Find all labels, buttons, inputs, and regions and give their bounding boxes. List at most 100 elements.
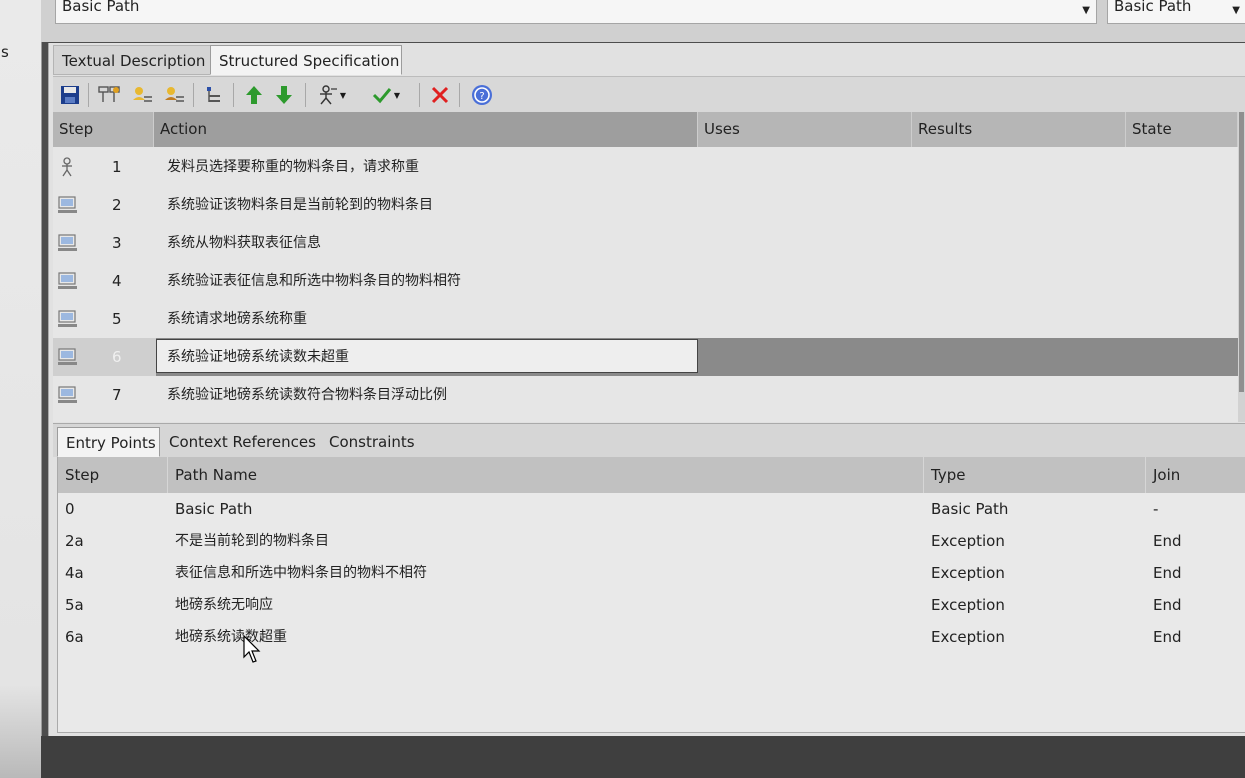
chevron-down-icon[interactable]: ▼: [1232, 3, 1240, 18]
entry-join: End: [1153, 532, 1182, 550]
entry-type: Basic Path: [931, 500, 1009, 518]
spec-toolbar: ▼ ▼ ?: [53, 76, 1245, 112]
table-row-selected[interactable]: 6 系统验证地磅系统读数未超重: [53, 338, 1238, 376]
mouse-cursor-icon: [243, 634, 263, 669]
move-down-icon[interactable]: [273, 84, 295, 106]
path-select-secondary-value: Basic Path: [1114, 0, 1192, 15]
chevron-down-icon[interactable]: ▼: [337, 84, 349, 106]
entry-path-name: 地磅系统无响应: [175, 597, 273, 613]
system-icon: [57, 385, 79, 405]
table-row[interactable]: 2 系统验证该物料条目是当前轮到的物料条目: [53, 186, 1238, 224]
step-number: 5: [112, 310, 122, 328]
step-action[interactable]: 系统从物料获取表征信息: [167, 224, 321, 262]
add-system-step-icon[interactable]: [163, 84, 185, 106]
table-row[interactable]: 3 系统从物料获取表征信息: [53, 224, 1238, 262]
table-row[interactable]: 7 系统验证地磅系统读数符合物料条目浮动比例: [53, 376, 1238, 414]
column-header-state[interactable]: State: [1126, 112, 1238, 147]
save-icon[interactable]: [59, 84, 81, 106]
table-row[interactable]: 5a 地磅系统无响应 Exception End: [58, 589, 1245, 621]
steps-scrollbar[interactable]: [1238, 112, 1245, 422]
hierarchy-icon[interactable]: [203, 84, 225, 106]
entry-step: 2a: [65, 532, 84, 550]
table-row[interactable]: 6a 地磅系统读数超重 Exception End: [58, 621, 1245, 653]
step-number: 4: [112, 272, 122, 290]
step-action[interactable]: 系统验证地磅系统读数符合物料条目浮动比例: [167, 376, 447, 414]
entry-type: Exception: [931, 564, 1005, 582]
entry-step: 0: [65, 500, 75, 518]
chevron-down-icon[interactable]: ▼: [391, 84, 403, 106]
entry-path-name: 不是当前轮到的物料条目: [175, 533, 329, 549]
detail-tabs: Entry Points Context References Constrai…: [53, 423, 1245, 457]
entry-step: 5a: [65, 596, 84, 614]
step-action[interactable]: 系统验证地磅系统读数未超重: [167, 338, 349, 376]
step-action[interactable]: 系统验证表征信息和所选中物料条目的物料相符: [167, 262, 461, 300]
steps-table: Step Action Uses Results State 1 发料员选择要称…: [53, 112, 1238, 422]
table-row[interactable]: 0 Basic Path Basic Path -: [58, 493, 1245, 525]
entry-join: End: [1153, 628, 1182, 646]
chevron-down-icon[interactable]: ▼: [1082, 3, 1090, 18]
toolbar-separator: [459, 83, 460, 107]
step-number: 6: [112, 348, 122, 366]
actor-icon: [57, 157, 79, 177]
column-header-join[interactable]: Join: [1146, 457, 1245, 493]
entry-path-name: 表征信息和所选中物料条目的物料不相符: [175, 565, 427, 581]
tab-structured-specification[interactable]: Structured Specification: [210, 45, 402, 75]
column-header-step[interactable]: Step: [53, 112, 154, 147]
tab-entry-points[interactable]: Entry Points: [57, 427, 160, 457]
toolbar-separator: [419, 83, 420, 107]
svg-text:?: ?: [479, 91, 484, 102]
path-select-secondary[interactable]: Basic Path ▼: [1107, 0, 1245, 24]
column-header-uses[interactable]: Uses: [698, 112, 912, 147]
system-icon: [57, 271, 79, 291]
entry-type: Exception: [931, 628, 1005, 646]
table-row[interactable]: 1 发料员选择要称重的物料条目，请求称重: [53, 148, 1238, 186]
top-path-bar: Basic Path ▼ Basic Path ▼: [41, 0, 1245, 42]
status-area: [41, 736, 1245, 778]
left-panel-text: s: [1, 43, 9, 61]
delete-icon[interactable]: [429, 84, 451, 106]
new-step-icon[interactable]: [98, 84, 120, 106]
scrollbar-thumb[interactable]: [1239, 112, 1244, 392]
toolbar-separator: [88, 83, 89, 107]
step-action[interactable]: 发料员选择要称重的物料条目，请求称重: [167, 148, 419, 186]
system-icon: [57, 347, 79, 367]
toolbar-separator: [193, 83, 194, 107]
toolbar-separator: [305, 83, 306, 107]
move-up-icon[interactable]: [243, 84, 265, 106]
system-icon: [57, 195, 79, 215]
path-select[interactable]: Basic Path ▼: [55, 0, 1097, 24]
column-header-type[interactable]: Type: [924, 457, 1146, 493]
step-number: 3: [112, 234, 122, 252]
entry-path-name: Basic Path: [175, 500, 253, 518]
entry-join: End: [1153, 564, 1182, 582]
tab-constraints[interactable]: Constraints: [321, 427, 423, 457]
column-header-step[interactable]: Step: [58, 457, 168, 493]
system-icon: [57, 233, 79, 253]
table-row[interactable]: 5 系统请求地磅系统称重: [53, 300, 1238, 338]
entry-path-name: 地磅系统读数超重: [175, 629, 287, 645]
validate-icon[interactable]: [371, 84, 393, 106]
step-number: 7: [112, 386, 122, 404]
tab-context-references[interactable]: Context References: [161, 427, 324, 457]
tab-textual-description[interactable]: Textual Description: [53, 45, 212, 75]
step-number: 2: [112, 196, 122, 214]
scenario-panel: Textual Description Structured Specifica…: [48, 43, 1245, 736]
add-actor-step-icon[interactable]: [131, 84, 153, 106]
actor-toggle-icon[interactable]: [317, 84, 339, 106]
entry-step: 4a: [65, 564, 84, 582]
help-icon[interactable]: ?: [471, 84, 493, 106]
step-action[interactable]: 系统验证该物料条目是当前轮到的物料条目: [167, 186, 433, 224]
entry-join: End: [1153, 596, 1182, 614]
table-row[interactable]: 4 系统验证表征信息和所选中物料条目的物料相符: [53, 262, 1238, 300]
entry-join: -: [1153, 500, 1159, 518]
table-row[interactable]: 2a 不是当前轮到的物料条目 Exception End: [58, 525, 1245, 557]
column-header-path-name[interactable]: Path Name: [168, 457, 924, 493]
entry-type: Exception: [931, 596, 1005, 614]
table-row[interactable]: 4a 表征信息和所选中物料条目的物料不相符 Exception End: [58, 557, 1245, 589]
column-header-action[interactable]: Action: [154, 112, 698, 147]
step-number: 1: [112, 158, 122, 176]
left-side-panel: s: [0, 0, 42, 778]
column-header-results[interactable]: Results: [912, 112, 1126, 147]
step-action[interactable]: 系统请求地磅系统称重: [167, 300, 307, 338]
system-icon: [57, 309, 79, 329]
